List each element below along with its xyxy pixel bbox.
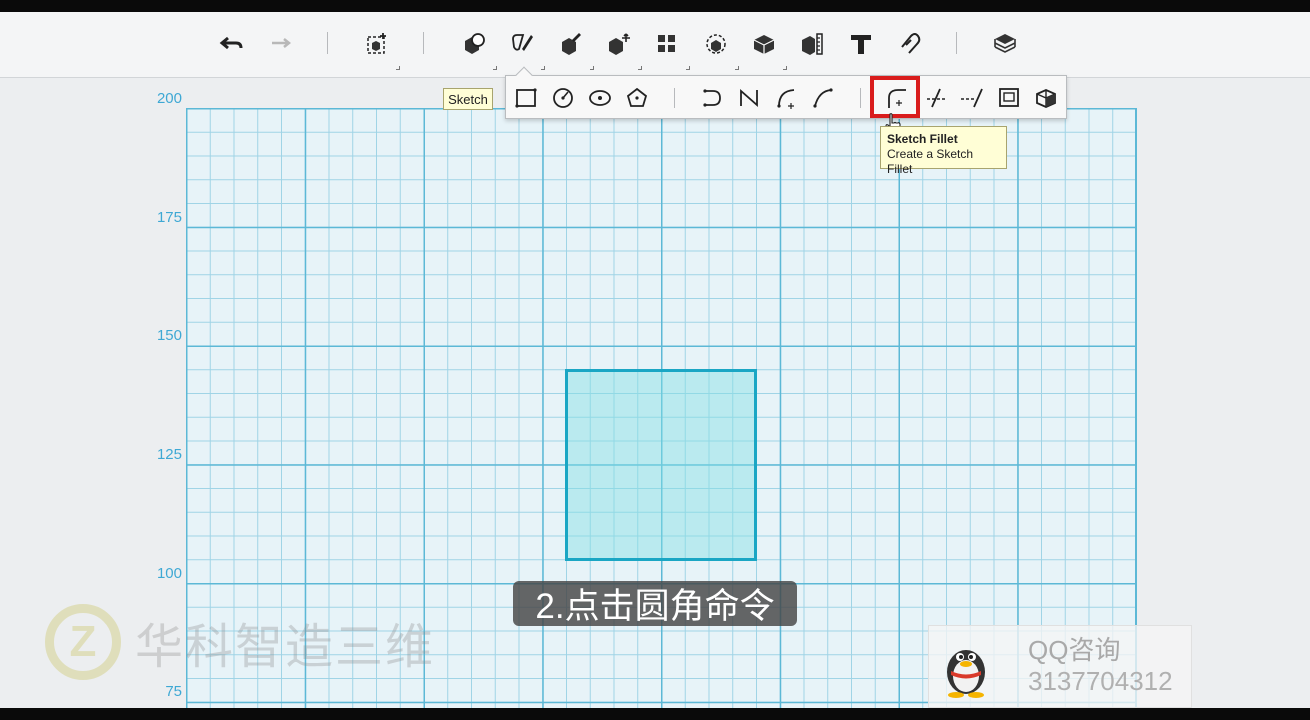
trim-icon[interactable] [922, 84, 950, 112]
toolbar-divider [674, 88, 675, 108]
y-axis-label: 100 [156, 565, 182, 582]
two-point-arc-icon[interactable] [772, 84, 800, 112]
sketch-tooltip: Sketch [443, 88, 493, 110]
extend-icon[interactable] [958, 84, 986, 112]
watermark-logo: Z [45, 604, 121, 680]
dropdown-caret [590, 66, 594, 70]
dropdown-caret [396, 66, 400, 70]
measure-icon[interactable] [796, 28, 828, 60]
text-icon[interactable] [845, 28, 877, 60]
circle-icon[interactable] [549, 84, 577, 112]
watermark: Z 华科智造三维 [45, 602, 435, 682]
dropdown-caret [541, 66, 545, 70]
dropdown-caret [493, 66, 497, 70]
y-axis-label: 150 [156, 327, 182, 344]
redo-icon[interactable] [264, 28, 296, 60]
toolbar-divider [956, 32, 957, 54]
main-toolbar [0, 12, 1310, 78]
ellipse-icon[interactable] [586, 84, 614, 112]
y-axis-label: 75 [165, 683, 182, 700]
toolbar-divider [860, 88, 861, 108]
dropdown-caret [686, 66, 690, 70]
sketch-toolbar [505, 66, 1067, 119]
y-axis-label: 175 [156, 209, 182, 226]
offset-icon[interactable] [995, 84, 1023, 112]
tooltip-title: Sketch Fillet [887, 132, 958, 146]
y-axis-label: 200 [156, 90, 182, 107]
watermark-text: 华科智造三维 [135, 621, 436, 674]
primitives-icon[interactable] [458, 28, 490, 60]
qq-contact-panel[interactable]: QQ咨询 3137704312 [928, 625, 1192, 708]
qq-title: QQ咨询 [1028, 635, 1121, 665]
qq-penguin-icon [947, 650, 985, 698]
three-point-arc-icon[interactable] [809, 84, 837, 112]
sketch-icon[interactable] [506, 28, 538, 60]
dropdown-caret [783, 66, 787, 70]
combine-icon[interactable] [748, 28, 780, 60]
pattern-icon[interactable] [651, 28, 683, 60]
polygon-icon[interactable] [623, 84, 651, 112]
toolbar-divider [423, 32, 424, 54]
grouping-icon[interactable] [700, 28, 732, 60]
material-icon[interactable] [989, 28, 1021, 60]
new-design-icon[interactable] [361, 28, 393, 60]
polyline-icon[interactable] [699, 84, 727, 112]
fillet-tooltip: Sketch Fillet Create a Sketch Fillet [880, 126, 1007, 176]
app-window: 200 175 150 125 100 75 Sketch Sketch Fil… [0, 12, 1310, 708]
video-frame-bottom [0, 708, 1310, 720]
undo-icon[interactable] [216, 28, 248, 60]
toolbar-divider [327, 32, 328, 54]
sketch-rectangle[interactable] [565, 369, 757, 561]
dropdown-caret [638, 66, 642, 70]
tooltip-description: Create a Sketch Fillet [887, 147, 974, 176]
spline-icon[interactable] [735, 84, 763, 112]
dropdown-caret [735, 66, 739, 70]
snap-icon[interactable] [893, 28, 925, 60]
video-frame-top [0, 0, 1310, 12]
y-axis-label: 125 [156, 446, 182, 463]
video-subtitle: 2.点击圆角命令 [513, 581, 797, 626]
rectangle-icon[interactable] [512, 84, 540, 112]
qq-number: 3137704312 [1028, 666, 1173, 696]
modify-icon[interactable] [603, 28, 635, 60]
project-icon[interactable] [1032, 84, 1060, 112]
construct-icon[interactable] [555, 28, 587, 60]
